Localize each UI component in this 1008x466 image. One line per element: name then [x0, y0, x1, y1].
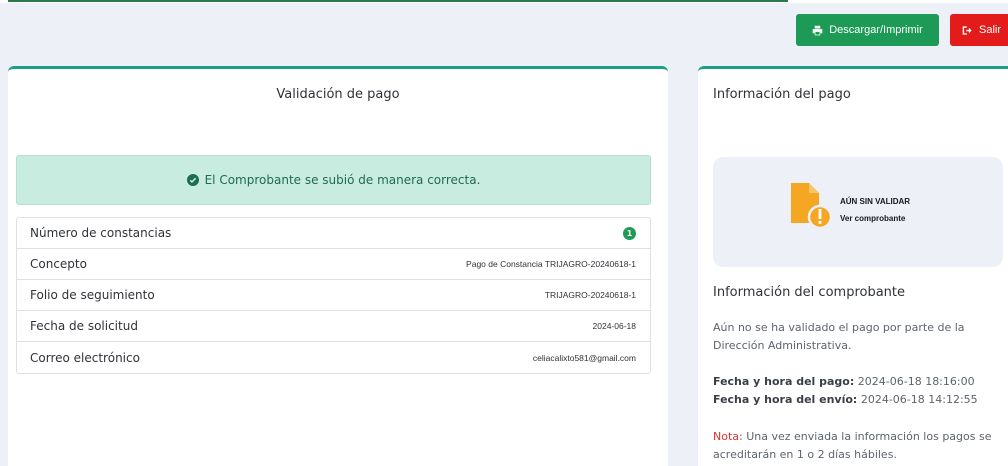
status-text: AÚN SIN VALIDAR [840, 197, 911, 206]
row-label: Correo electrónico [30, 350, 140, 365]
sent-datetime-label: Fecha y hora del envío: [713, 393, 858, 406]
row-value: TRIJAGRO-20240618-1 [544, 290, 636, 300]
payment-info-title: Información del pago [713, 87, 851, 102]
download-print-label: Descargar/Imprimir [829, 24, 923, 36]
payment-validation-card: Validación de pago El Comprobante se sub… [8, 66, 668, 466]
payment-info-card: Información del pago AÚN SIN VALIDAR Ver… [698, 66, 1008, 466]
exit-label: Salir [979, 24, 1002, 36]
note-text: Una vez enviada la información los pagos… [713, 430, 992, 461]
row-value: 2024-06-18 [592, 321, 636, 331]
row-label: Folio de seguimiento [30, 288, 155, 302]
exit-button[interactable]: Salir [950, 14, 1008, 46]
row-label: Número de constancias [30, 226, 172, 240]
details-table: Número de constancias 1 Concepto Pago de… [16, 217, 651, 374]
receipt-message: Aún no se ha validado el pago por parte … [713, 321, 965, 352]
validation-status-box: AÚN SIN VALIDAR Ver comprobante [713, 157, 1003, 267]
count-badge: 1 [623, 226, 636, 240]
row-label: Concepto [30, 257, 87, 271]
row-value: Pago de Constancia TRIJAGRO-20240618-1 [466, 259, 636, 269]
row-label: Fecha de solicitud [30, 319, 138, 333]
payment-datetime-label: Fecha y hora del pago: [713, 375, 855, 388]
receipt-note: Nota: Una vez enviada la información los… [713, 428, 1003, 464]
print-icon [812, 25, 823, 35]
download-print-button[interactable]: Descargar/Imprimir [796, 14, 939, 46]
validation-title: Validación de pago [276, 87, 400, 102]
receipt-dates: Fecha y hora del pago: 2024-06-18 18:16:… [713, 373, 1003, 409]
file-warning-icon [791, 183, 833, 229]
table-row-fecha: Fecha de solicitud 2024-06-18 [17, 311, 650, 342]
table-row-correo: Correo electrónico celiacalixto581@gmail… [17, 342, 650, 373]
receipt-info-title: Información del comprobante [713, 285, 906, 300]
payment-datetime: 2024-06-18 18:16:00 [857, 375, 975, 388]
table-row-concepto: Concepto Pago de Constancia TRIJAGRO-202… [17, 249, 650, 280]
table-row-folio: Folio de seguimiento TRIJAGRO-20240618-1 [17, 280, 650, 311]
view-receipt-link[interactable]: Ver comprobante [840, 214, 905, 223]
sent-datetime: 2024-06-18 14:12:55 [860, 393, 978, 406]
table-row-constancias: Número de constancias 1 [17, 218, 650, 249]
sign-out-icon [962, 25, 972, 35]
row-value: celiacalixto581@gmail.com [532, 352, 636, 363]
note-label: Nota: [713, 430, 743, 443]
success-alert: El Comprobante se subió de manera correc… [16, 155, 651, 205]
top-border [0, 0, 1008, 3]
success-alert-text: El Comprobante se subió de manera correc… [204, 173, 481, 187]
check-circle-icon [186, 174, 199, 186]
